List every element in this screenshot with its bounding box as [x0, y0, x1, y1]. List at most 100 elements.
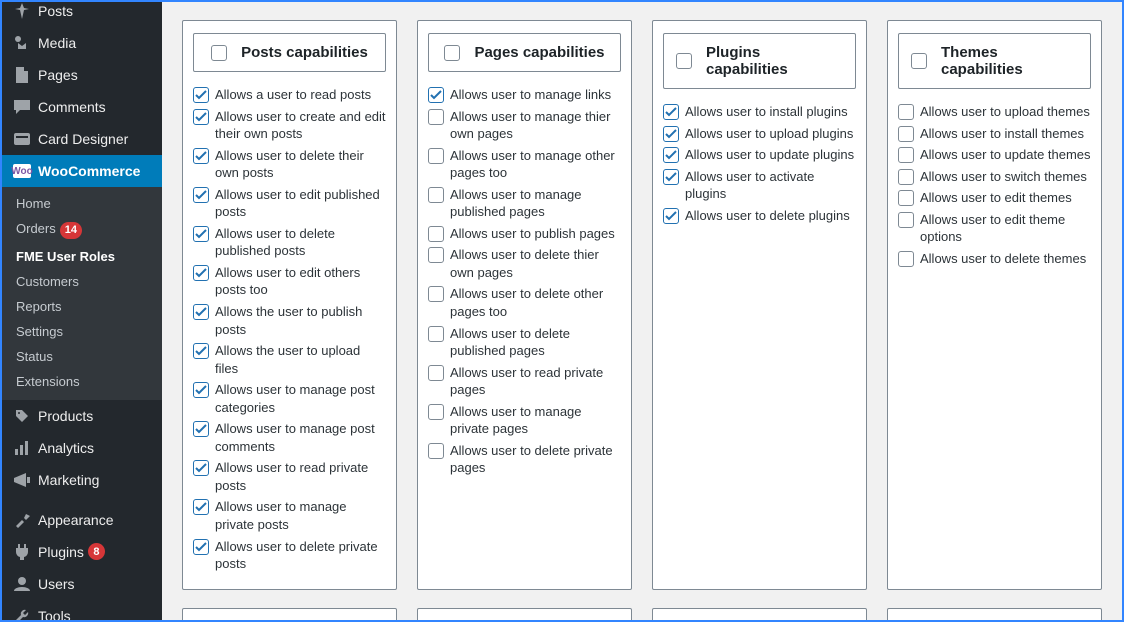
sidebar-item-label: Marketing: [38, 472, 99, 488]
submenu-item-customers[interactable]: Customers: [2, 269, 162, 294]
capability-checkbox[interactable]: [193, 87, 209, 103]
page-icon: [12, 66, 32, 84]
capabilities-list: Allows a user to read posts Allows user t…: [193, 84, 386, 575]
capability-checkbox[interactable]: [193, 343, 209, 359]
capability-label: Allows user to delete private pages: [450, 442, 621, 477]
capabilities-list: Allows user to manage links Allows user t…: [428, 84, 621, 479]
capability-checkbox[interactable]: [428, 286, 444, 302]
capability-checkbox[interactable]: [193, 187, 209, 203]
capability-checkbox[interactable]: [193, 460, 209, 476]
capability-item: Allows user to manage post comments: [193, 418, 386, 457]
select-all-checkbox[interactable]: [911, 53, 927, 69]
capability-label: Allows user to manage other pages too: [450, 147, 621, 182]
sidebar-item-products[interactable]: Products: [2, 400, 162, 432]
capability-checkbox[interactable]: [428, 326, 444, 342]
capability-label: Allows user to edit published posts: [215, 186, 386, 221]
capability-item: Allows user to manage post categories: [193, 379, 386, 418]
capability-checkbox[interactable]: [898, 251, 914, 267]
capability-item: Allows the user to publish posts: [193, 301, 386, 340]
capability-checkbox[interactable]: [663, 104, 679, 120]
capability-item: Allows user to delete published pages: [428, 323, 621, 362]
capability-checkbox[interactable]: [193, 382, 209, 398]
capability-checkbox[interactable]: [428, 404, 444, 420]
capability-checkbox[interactable]: [428, 87, 444, 103]
capability-label: Allows user to edit theme options: [920, 211, 1091, 246]
capability-item: Allows user to switch themes: [898, 166, 1091, 188]
capability-checkbox[interactable]: [428, 109, 444, 125]
submenu-item-reports[interactable]: Reports: [2, 294, 162, 319]
submenu-item-label: Orders: [16, 221, 56, 236]
sidebar-item-appearance[interactable]: Appearance: [2, 504, 162, 536]
capability-checkbox[interactable]: [193, 109, 209, 125]
sidebar-item-pages[interactable]: Pages: [2, 59, 162, 91]
select-all-checkbox[interactable]: [676, 53, 692, 69]
capability-checkbox[interactable]: [193, 539, 209, 555]
capability-checkbox[interactable]: [898, 147, 914, 163]
capability-item: Allows user to publish pages: [428, 223, 621, 245]
capability-checkbox[interactable]: [193, 226, 209, 242]
capability-item: Allows user to manage thier own pages: [428, 106, 621, 145]
capabilities-card: Themes capabilitiesAllows user to upload…: [887, 20, 1102, 590]
submenu-item-home[interactable]: Home: [2, 191, 162, 216]
capability-label: Allows user to delete plugins: [685, 207, 850, 225]
capability-checkbox[interactable]: [663, 147, 679, 163]
capability-label: Allows user to edit themes: [920, 189, 1072, 207]
capability-checkbox[interactable]: [898, 169, 914, 185]
sidebar-item-media[interactable]: Media: [2, 27, 162, 59]
capability-checkbox[interactable]: [898, 190, 914, 206]
capability-checkbox[interactable]: [428, 247, 444, 263]
sidebar-item-label: Tools: [38, 608, 71, 621]
capability-label: Allows user to manage post comments: [215, 420, 386, 455]
capability-label: Allows user to delete published posts: [215, 225, 386, 260]
capability-checkbox[interactable]: [428, 187, 444, 203]
capability-checkbox[interactable]: [428, 365, 444, 381]
sidebar-item-posts[interactable]: Posts: [2, 2, 162, 27]
sidebar-item-comments[interactable]: Comments: [2, 91, 162, 123]
sidebar-item-label: Analytics: [38, 440, 94, 456]
submenu-item-settings[interactable]: Settings: [2, 319, 162, 344]
sidebar-item-plugins[interactable]: Plugins8: [2, 536, 162, 568]
capability-checkbox[interactable]: [193, 265, 209, 281]
sidebar-item-tools[interactable]: Tools: [2, 600, 162, 621]
sidebar-item-woocommerce[interactable]: Woo WooCommerce: [2, 155, 162, 187]
capability-checkbox[interactable]: [193, 148, 209, 164]
submenu-item-extensions[interactable]: Extensions: [2, 369, 162, 394]
capability-checkbox[interactable]: [898, 212, 914, 228]
capability-item: Allows user to delete published posts: [193, 223, 386, 262]
capability-checkbox[interactable]: [663, 126, 679, 142]
submenu-item-status[interactable]: Status: [2, 344, 162, 369]
capability-checkbox[interactable]: [428, 443, 444, 459]
sidebar-item-marketing[interactable]: Marketing: [2, 464, 162, 496]
capability-label: Allows user to manage links: [450, 86, 611, 104]
capability-item: Allows user to update plugins: [663, 144, 856, 166]
capability-checkbox[interactable]: [663, 169, 679, 185]
capability-checkbox[interactable]: [898, 126, 914, 142]
select-all-checkbox[interactable]: [444, 45, 460, 61]
card-header: Pages capabilities: [428, 33, 621, 72]
capability-item: Allows user to manage links: [428, 84, 621, 106]
capability-checkbox[interactable]: [193, 304, 209, 320]
sidebar-item-card-designer[interactable]: Card Designer: [2, 123, 162, 155]
media-icon: [12, 34, 32, 52]
capability-checkbox[interactable]: [193, 421, 209, 437]
card-icon: [12, 130, 32, 148]
submenu-item-orders[interactable]: Orders14: [2, 216, 162, 244]
capability-item: Allows user to edit others posts too: [193, 262, 386, 301]
submenu-item-fme-user-roles[interactable]: FME User Roles: [2, 244, 162, 269]
capability-label: Allows a user to read posts: [215, 86, 371, 104]
sidebar-item-analytics[interactable]: Analytics: [2, 432, 162, 464]
capability-label: Allows user to install plugins: [685, 103, 848, 121]
capability-checkbox[interactable]: [663, 208, 679, 224]
capability-checkbox[interactable]: [898, 104, 914, 120]
capability-label: Allows user to delete their own posts: [215, 147, 386, 182]
capability-item: Allows user to delete private pages: [428, 440, 621, 479]
capability-checkbox[interactable]: [428, 148, 444, 164]
select-all-checkbox[interactable]: [211, 45, 227, 61]
sidebar-item-label: Pages: [38, 67, 78, 83]
products-icon: [12, 407, 32, 425]
capability-checkbox[interactable]: [193, 499, 209, 515]
submenu-item-label: Reports: [16, 299, 62, 314]
sidebar-item-users[interactable]: Users: [2, 568, 162, 600]
capability-checkbox[interactable]: [428, 226, 444, 242]
capability-item: Allows user to manage other pages too: [428, 145, 621, 184]
